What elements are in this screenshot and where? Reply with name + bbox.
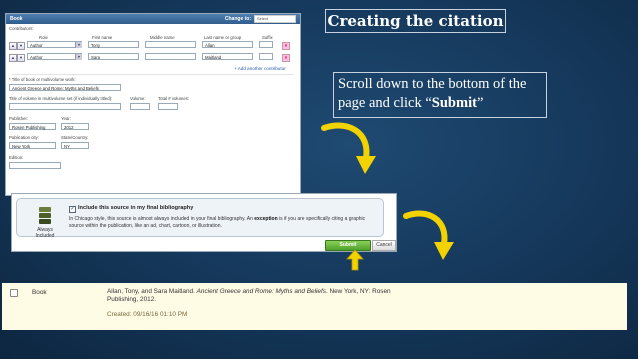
col-role: Role — [39, 35, 48, 40]
col-last-name: Last name or group — [204, 35, 242, 40]
last-name-field[interactable]: Allan — [202, 41, 253, 48]
cancel-button[interactable]: Cancel — [372, 240, 396, 251]
first-name-field[interactable]: Sara — [88, 53, 139, 60]
publisher-field[interactable]: Rosen Publishing — [9, 123, 56, 130]
role-select[interactable]: Author — [27, 53, 82, 60]
include-checkbox-label: Include this source in my final bibliogr… — [78, 205, 194, 211]
move-up-button[interactable]: ▲ — [9, 54, 17, 62]
change-to-select[interactable]: Select — [254, 15, 296, 23]
state-field[interactable]: NY — [61, 142, 89, 149]
arrow-up-icon — [346, 249, 364, 271]
city-label: Publication city: — [9, 135, 39, 140]
form-header-bar: Book Change to: Select — [6, 14, 300, 24]
slide-title: Creating the citation — [325, 9, 506, 33]
col-first-name: First name — [92, 35, 113, 40]
middle-name-field[interactable] — [145, 53, 196, 60]
title-label: * Title of book or multivolume work: — [9, 77, 76, 82]
book-stack-icon — [38, 207, 52, 225]
citation-text: Allan, Tony, and Sara Maitland. Ancient … — [107, 288, 391, 303]
included-label: Included — [35, 233, 55, 239]
source-type-label: Book — [10, 16, 23, 22]
edition-field[interactable] — [9, 162, 61, 169]
include-panel-screenshot: Always Included ✓ Include this source in… — [11, 193, 397, 252]
volume-title-label: Title of volume in multivolume set (if i… — [9, 96, 113, 101]
edition-label: Edition: — [9, 155, 24, 160]
role-select[interactable]: Author — [27, 41, 82, 48]
city-field[interactable]: New York — [9, 142, 56, 149]
always-included-badge: Always Included — [29, 207, 61, 239]
suffix-field[interactable] — [259, 53, 273, 60]
include-box: Always Included ✓ Include this source in… — [16, 198, 384, 239]
first-name-field[interactable]: Tony — [88, 41, 139, 48]
chevron-down-icon: ▼ — [75, 41, 82, 48]
title-field[interactable]: Ancient Greece and Rome: Myths and Belie… — [9, 84, 121, 91]
last-name-field[interactable]: Maitland — [202, 53, 253, 60]
state-label: State/Country: — [61, 135, 89, 140]
include-description: In Chicago style, this source is almost … — [69, 216, 366, 229]
instruction-text: Scroll down to the bottom of the page an… — [333, 72, 547, 118]
change-to-label: Change to: — [224, 16, 251, 22]
citation-list-item[interactable]: Book Allan, Tony, and Sara Maitland. Anc… — [2, 283, 627, 330]
total-volumes-field[interactable] — [158, 103, 178, 110]
chevron-down-icon: ▼ — [75, 53, 82, 60]
publisher-label: Publisher: — [9, 116, 29, 121]
volume-field[interactable] — [130, 103, 150, 110]
contributors-label: Contributors: — [9, 26, 34, 31]
curved-arrow-icon — [403, 210, 454, 260]
col-middle-name: Middle name — [150, 35, 175, 40]
total-volumes-label: Total # volumes: — [158, 96, 190, 101]
curved-arrow-icon — [321, 122, 376, 174]
include-checkbox[interactable]: ✓ — [69, 206, 76, 213]
year-label: Year: — [61, 116, 71, 121]
volume-label: Volume: — [130, 96, 146, 101]
move-down-button[interactable]: ▼ — [17, 42, 25, 50]
divider — [12, 74, 294, 75]
remove-contributor-button[interactable]: × — [282, 54, 290, 62]
form-body: Contributors: Role First name Middle nam… — [6, 24, 300, 195]
add-contributor-link[interactable]: + Add another contributor — [234, 66, 286, 71]
remove-contributor-button[interactable]: × — [282, 42, 290, 50]
move-up-button[interactable]: ▲ — [9, 42, 17, 50]
citation-created-timestamp: Created: 09/16/16 01:10 PM — [107, 311, 188, 318]
move-down-button[interactable]: ▼ — [17, 54, 25, 62]
suffix-field[interactable] — [259, 41, 273, 48]
citation-type: Book — [32, 289, 47, 296]
volume-title-field[interactable] — [9, 103, 121, 110]
year-field[interactable]: 2012 — [61, 123, 89, 130]
citation-form-screenshot: Book Change to: Select Contributors: Rol… — [5, 13, 301, 196]
citation-checkbox[interactable] — [10, 289, 18, 297]
col-suffix: Suffix — [262, 35, 273, 40]
middle-name-field[interactable] — [145, 41, 196, 48]
